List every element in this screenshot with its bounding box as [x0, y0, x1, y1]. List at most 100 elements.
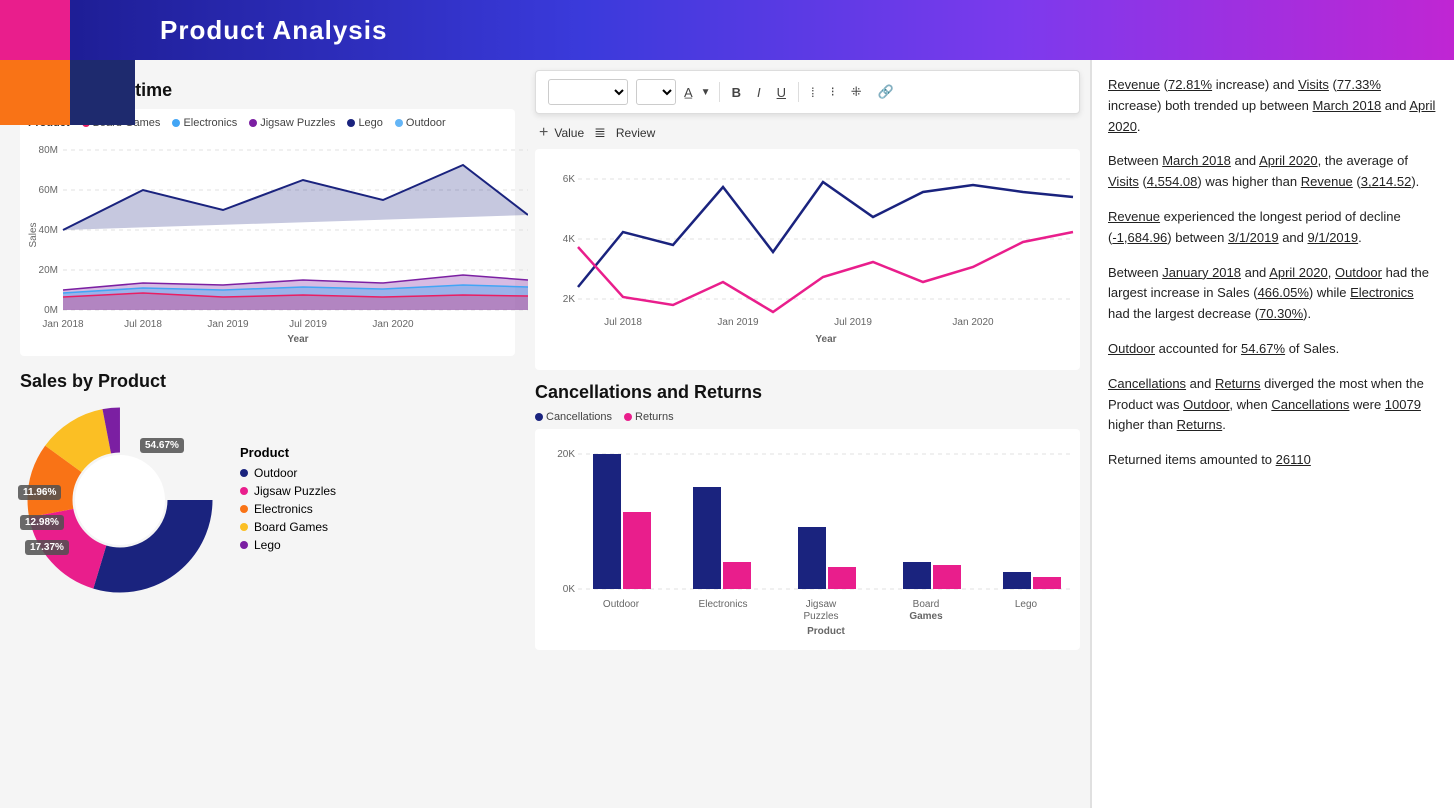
bar-x-outdoor: Outdoor [603, 599, 640, 610]
link-march2018[interactable]: March 2018 [1313, 98, 1382, 113]
x-tick-jul2018: Jul 2018 [124, 319, 162, 330]
link-mar2019[interactable]: 3/1/2019 [1228, 230, 1279, 245]
align-right-button[interactable]: ⁜ [847, 82, 866, 102]
insight-2: Between March 2018 and April 2020, the a… [1108, 151, 1438, 193]
list-icon: ≣ [594, 124, 606, 141]
val-5467: 54.67% [1241, 341, 1285, 356]
link-outdoor-2[interactable]: Outdoor [1108, 341, 1155, 356]
value-label[interactable]: Value [554, 126, 584, 140]
y-tick-4k: 4K [563, 234, 576, 245]
link-cancellations-2[interactable]: Cancellations [1271, 397, 1349, 412]
legend-outdoor: Outdoor [395, 117, 446, 129]
font-color-icon[interactable]: A̲ [684, 85, 693, 100]
link-april2020-1[interactable]: April 2020 [1108, 98, 1435, 134]
underline-button[interactable]: U [773, 83, 790, 102]
line-revenue [578, 232, 1073, 312]
review-label[interactable]: Review [616, 126, 655, 140]
link-march2018-2[interactable]: March 2018 [1162, 153, 1231, 168]
page-title: Product Analysis [160, 15, 387, 46]
donut-legend-electronics: Electronics [240, 502, 336, 516]
logo-bottom-left [0, 60, 70, 125]
header: Product Analysis [0, 0, 1454, 60]
align-center-button[interactable]: ⁝ [827, 82, 839, 102]
cancellations-title: Cancellations and Returns [535, 382, 1080, 403]
insight-4: Between January 2018 and April 2020, Out… [1108, 263, 1438, 325]
link-outdoor-3[interactable]: Outdoor [1183, 397, 1229, 412]
y-tick-40m: 40M [39, 225, 58, 236]
link-april2020-2[interactable]: April 2020 [1259, 153, 1318, 168]
link-returns-1[interactable]: Returns [1215, 376, 1261, 391]
legend-label-cancellations: Cancellations [546, 411, 612, 423]
link-visits-1[interactable]: Visits [1298, 77, 1329, 92]
link-sep2019[interactable]: 9/1/2019 [1308, 230, 1359, 245]
color-picker-chevron[interactable]: ▼ [701, 87, 711, 98]
insight-1: Revenue (72.81% increase) and Visits (77… [1108, 75, 1438, 137]
bar-y-0k: 0K [563, 584, 576, 595]
y-tick-80m: 80M [39, 145, 58, 156]
align-left-button[interactable]: ⁞ [807, 83, 819, 102]
bar-lego-cancel [1003, 572, 1031, 589]
x-tick2-jul2019: Jul 2019 [834, 317, 872, 328]
link-revenue-2[interactable]: Revenue [1301, 174, 1353, 189]
link-electronics-1[interactable]: Electronics [1350, 285, 1414, 300]
legend-label-jigsaw: Jigsaw Puzzles [260, 117, 335, 129]
y-tick-20m: 20M [39, 265, 58, 276]
italic-button[interactable]: I [753, 83, 765, 102]
y-tick-2k: 2K [563, 294, 576, 305]
legend-dot-outdoor [395, 119, 403, 127]
donut-dot-outdoor [240, 469, 248, 477]
link-visits-2[interactable]: Visits [1108, 174, 1139, 189]
insight-7: Returned items amounted to 26110 [1108, 450, 1438, 471]
toolbar-add-row: + Value ≣ Review [535, 124, 1080, 141]
donut-legend-title: Product [240, 445, 336, 460]
val-77: 77.33% [1337, 77, 1381, 92]
percent-label-electronics: 12.98% [20, 515, 64, 530]
bar-electronics-return [723, 562, 751, 589]
link-cancellations-1[interactable]: Cancellations [1108, 376, 1186, 391]
link-jan2018[interactable]: January 2018 [1162, 265, 1241, 280]
size-select[interactable] [636, 79, 676, 105]
logo-area [0, 0, 140, 130]
sales-by-product-section: Sales by Product [20, 371, 515, 600]
bar-y-20k: 20K [557, 449, 575, 460]
donut-label-outdoor: Outdoor [254, 466, 297, 480]
legend-label-outdoor: Outdoor [406, 117, 446, 129]
val-72: 72.81% [1168, 77, 1212, 92]
legend-electronics: Electronics [172, 117, 237, 129]
link-revenue-3[interactable]: Revenue [1108, 209, 1160, 224]
percent-label-boardgames: 11.96% [18, 485, 61, 500]
donut-label-boardgames: Board Games [254, 520, 328, 534]
val-26110: 26110 [1276, 452, 1311, 467]
donut-chart-svg [20, 400, 220, 600]
insight-5: Outdoor accounted for 54.67% of Sales. [1108, 339, 1438, 360]
donut-section: 54.67% 17.37% 12.98% 11.96% Product Outd… [20, 400, 515, 600]
donut-legend: Product Outdoor Jigsaw Puzzles Electroni… [240, 445, 336, 556]
donut-label-electronics: Electronics [254, 502, 313, 516]
link-button[interactable]: 🔗 [874, 82, 898, 102]
x-tick-jan2018: Jan 2018 [42, 319, 84, 330]
y-tick-6k: 6K [563, 174, 576, 185]
logo-bottom-row [0, 60, 140, 125]
bold-button[interactable]: B [728, 83, 745, 102]
link-revenue-1[interactable]: Revenue [1108, 77, 1160, 92]
right-panel: Revenue (72.81% increase) and Visits (77… [1090, 60, 1454, 808]
link-apr2020-3[interactable]: April 2020 [1269, 265, 1328, 280]
toolbar-divider-1 [719, 82, 720, 102]
legend-dot-jigsaw [249, 119, 257, 127]
sales-time-chart-container: Product Board Games Electronics Jigsaw P… [20, 109, 515, 356]
bar-jigsaw-return [828, 567, 856, 589]
donut-dot-electronics [240, 505, 248, 513]
legend-dot-lego [347, 119, 355, 127]
x-axis-title: Year [287, 334, 308, 345]
font-select[interactable] [548, 79, 628, 105]
add-button[interactable]: + [539, 125, 548, 141]
legend-label-lego: Lego [358, 117, 382, 129]
link-outdoor-1[interactable]: Outdoor [1335, 265, 1382, 280]
link-returns-2[interactable]: Returns [1177, 417, 1223, 432]
donut-legend-outdoor: Outdoor [240, 466, 336, 480]
bar-boardgames-cancel [903, 562, 931, 589]
bar-x-boardgames-1: Board [913, 599, 940, 610]
bar-x-jigsaw-1: Jigsaw [806, 599, 837, 610]
bar-x-electronics: Electronics [699, 599, 748, 610]
insight-3: Revenue experienced the longest period o… [1108, 207, 1438, 249]
